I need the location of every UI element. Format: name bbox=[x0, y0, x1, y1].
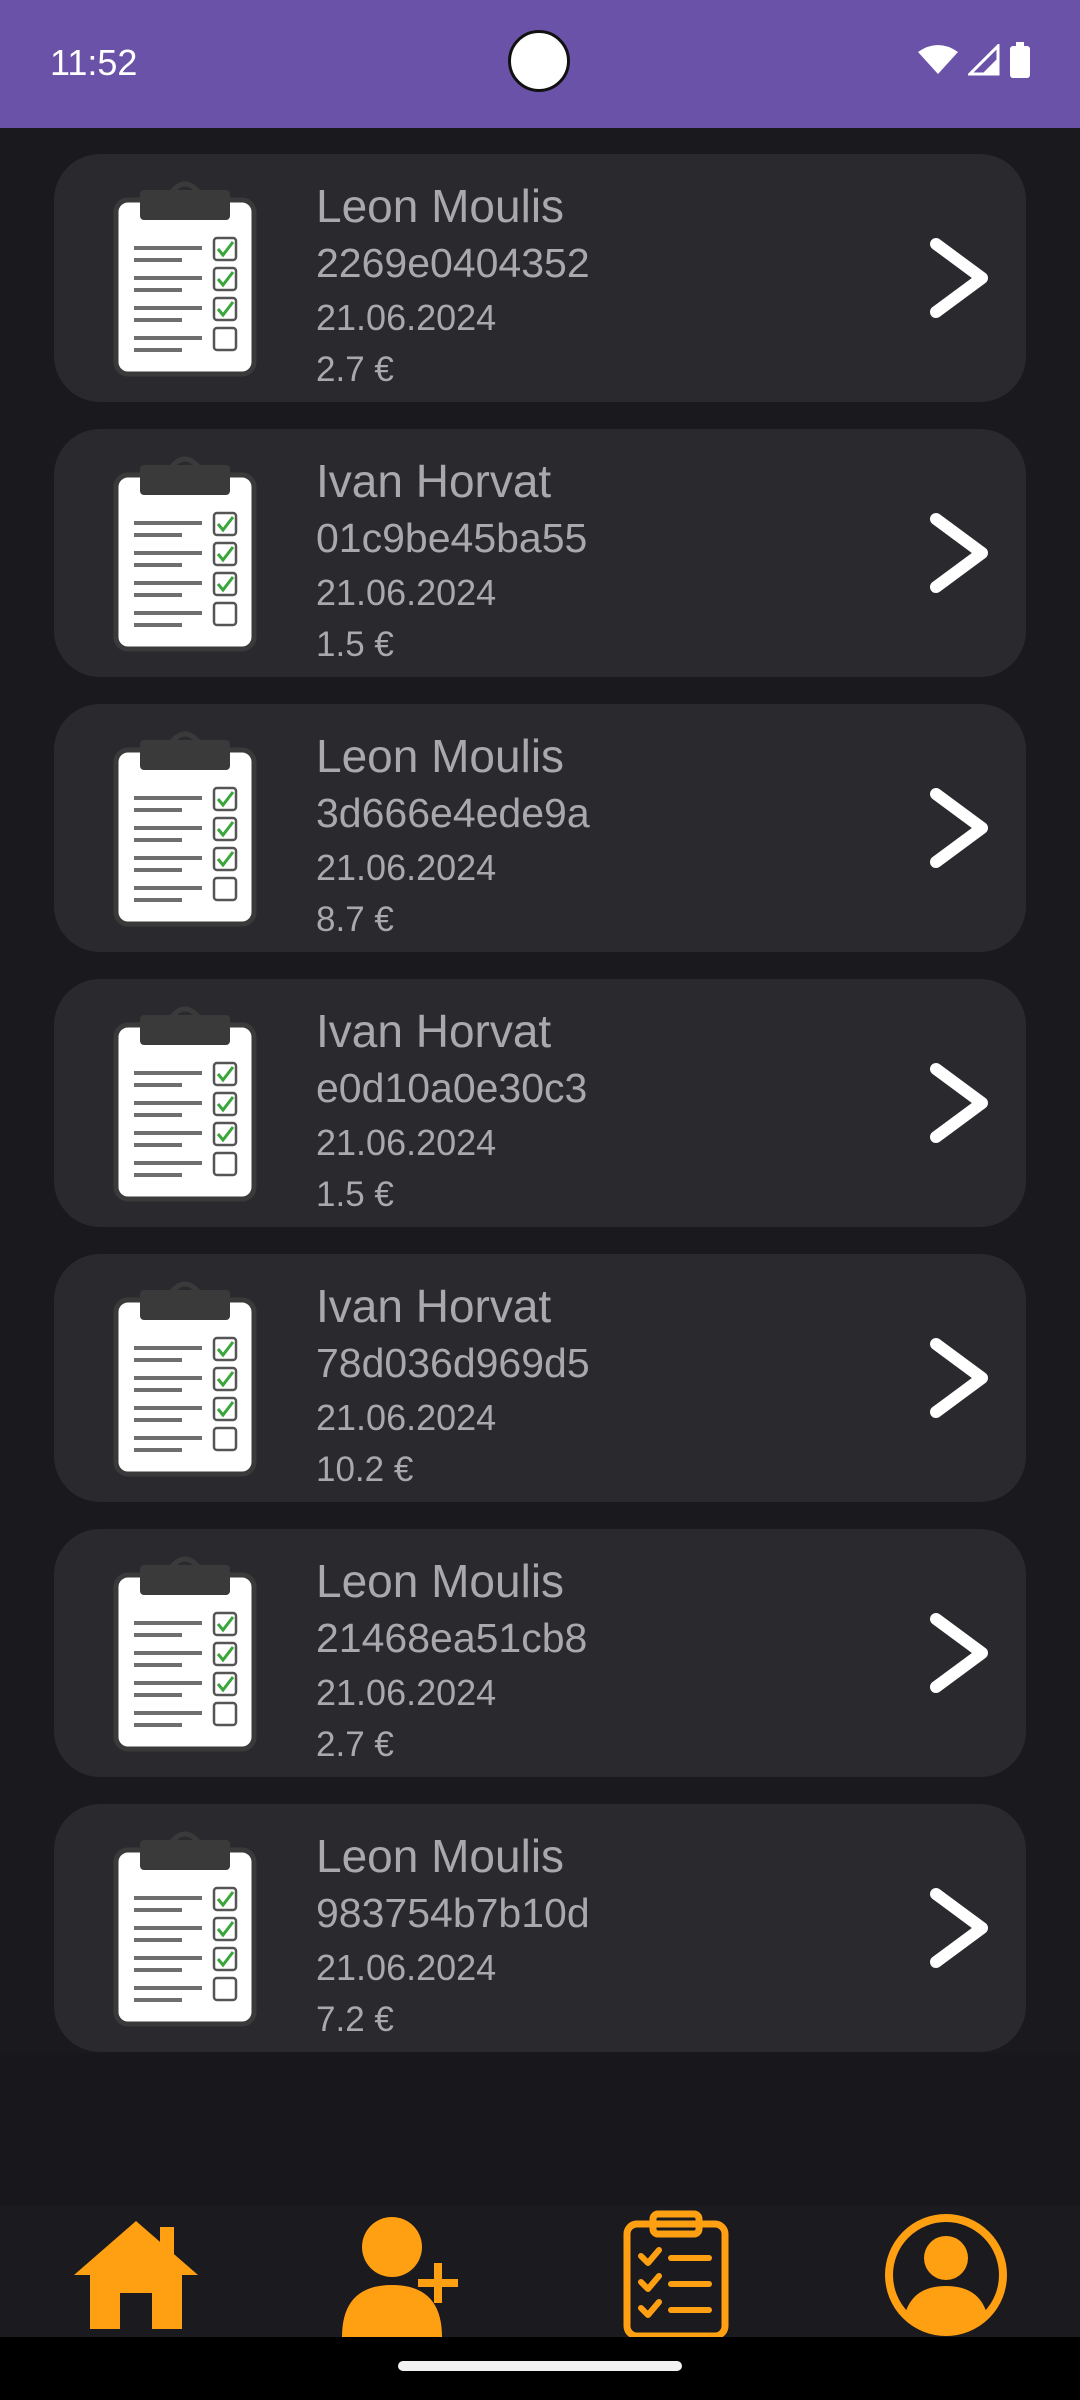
submission-details: Ivan Horvat 01c9be45ba55 21.06.2024 1.5 … bbox=[316, 453, 587, 671]
clipboard-icon bbox=[113, 456, 257, 652]
submission-details: Leon Moulis 2269e0404352 21.06.2024 2.7 … bbox=[316, 178, 590, 396]
chevron-right-icon[interactable] bbox=[928, 236, 990, 320]
clipboard-icon bbox=[113, 731, 257, 927]
submission-price: 8.7 € bbox=[316, 900, 394, 939]
submission-id: 983754b7b10d bbox=[316, 1890, 590, 1936]
submission-price: 1.5 € bbox=[316, 625, 394, 664]
submission-details: Leon Moulis 3d666e4ede9a 21.06.2024 8.7 … bbox=[316, 728, 590, 946]
nav-add-user[interactable] bbox=[334, 2213, 474, 2337]
home-gesture-bar[interactable] bbox=[398, 2361, 682, 2371]
wifi-icon bbox=[918, 45, 958, 74]
signal-icon bbox=[968, 44, 1000, 76]
chevron-right-icon[interactable] bbox=[928, 1061, 990, 1145]
submission-date: 21.06.2024 bbox=[316, 1947, 497, 1988]
status-icons bbox=[918, 42, 1030, 78]
submission-id: 01c9be45ba55 bbox=[316, 515, 588, 561]
submission-id: 2269e0404352 bbox=[316, 240, 590, 286]
nav-profile[interactable] bbox=[876, 2213, 1016, 2337]
submission-price: 2.7 € bbox=[316, 350, 394, 389]
camera-cutout bbox=[508, 30, 570, 92]
customer-name: Ivan Horvat bbox=[316, 1280, 552, 1332]
status-time: 11:52 bbox=[50, 42, 138, 83]
customer-name: Leon Moulis bbox=[316, 730, 565, 782]
submission-card[interactable]: Leon Moulis 21468ea51cb8 21.06.2024 2.7 … bbox=[54, 1529, 1026, 1777]
clipboard-icon bbox=[113, 1006, 257, 1202]
account-circle-icon bbox=[885, 2214, 1007, 2336]
submission-card[interactable]: Ivan Horvat e0d10a0e30c3 21.06.2024 1.5 … bbox=[54, 979, 1026, 1227]
submission-card[interactable]: Leon Moulis 2269e0404352 21.06.2024 2.7 … bbox=[54, 154, 1026, 402]
submission-card[interactable]: Leon Moulis 3d666e4ede9a 21.06.2024 8.7 … bbox=[54, 704, 1026, 952]
submission-date: 21.06.2024 bbox=[316, 572, 497, 613]
nav-submissions[interactable] bbox=[606, 2210, 746, 2340]
customer-name: Ivan Horvat bbox=[316, 455, 552, 507]
submission-card[interactable]: Leon Moulis 983754b7b10d 21.06.2024 7.2 … bbox=[54, 1804, 1026, 2052]
submission-date: 21.06.2024 bbox=[316, 1672, 497, 1713]
clipboard-icon bbox=[113, 181, 257, 377]
chevron-right-icon[interactable] bbox=[928, 1336, 990, 1420]
submission-id: 21468ea51cb8 bbox=[316, 1615, 588, 1661]
submission-card[interactable]: Ivan Horvat 78d036d969d5 21.06.2024 10.2… bbox=[54, 1254, 1026, 1502]
submission-price: 7.2 € bbox=[316, 2000, 394, 2039]
battery-icon bbox=[1010, 42, 1030, 78]
customer-name: Leon Moulis bbox=[316, 1555, 565, 1607]
clipboard-icon bbox=[113, 1281, 257, 1477]
chevron-right-icon[interactable] bbox=[928, 1611, 990, 1695]
submission-details: Ivan Horvat 78d036d969d5 21.06.2024 10.2… bbox=[316, 1278, 590, 1496]
customer-name: Leon Moulis bbox=[316, 180, 565, 232]
bottom-nav bbox=[0, 2205, 1080, 2340]
submission-price: 1.5 € bbox=[316, 1175, 394, 1214]
submission-id: 78d036d969d5 bbox=[316, 1340, 590, 1386]
nav-home[interactable] bbox=[66, 2213, 206, 2337]
status-bar: 11:52 bbox=[0, 0, 1080, 128]
customer-name: Ivan Horvat bbox=[316, 1005, 552, 1057]
submission-list[interactable]: Leon Moulis 2269e0404352 21.06.2024 2.7 … bbox=[0, 128, 1080, 2053]
chevron-right-icon[interactable] bbox=[928, 1886, 990, 1970]
submission-date: 21.06.2024 bbox=[316, 1122, 497, 1163]
clipboard-icon bbox=[113, 1556, 257, 1752]
submission-details: Ivan Horvat e0d10a0e30c3 21.06.2024 1.5 … bbox=[316, 1003, 587, 1221]
customer-name: Leon Moulis bbox=[316, 1830, 565, 1882]
submission-price: 2.7 € bbox=[316, 1725, 394, 1764]
chevron-right-icon[interactable] bbox=[928, 511, 990, 595]
chevron-right-icon[interactable] bbox=[928, 786, 990, 870]
clipboard-checklist-icon bbox=[623, 2210, 729, 2340]
submission-details: Leon Moulis 21468ea51cb8 21.06.2024 2.7 … bbox=[316, 1553, 587, 1771]
add-user-icon bbox=[342, 2217, 458, 2337]
submission-id: e0d10a0e30c3 bbox=[316, 1065, 588, 1111]
submission-date: 21.06.2024 bbox=[316, 847, 497, 888]
submission-card[interactable]: Ivan Horvat 01c9be45ba55 21.06.2024 1.5 … bbox=[54, 429, 1026, 677]
gesture-area bbox=[0, 2337, 1080, 2400]
submission-price: 10.2 € bbox=[316, 1450, 414, 1489]
submission-date: 21.06.2024 bbox=[316, 1397, 497, 1438]
home-icon bbox=[74, 2221, 198, 2329]
submission-date: 21.06.2024 bbox=[316, 297, 497, 338]
submission-id: 3d666e4ede9a bbox=[316, 790, 590, 836]
clipboard-icon bbox=[113, 1831, 257, 2027]
submission-details: Leon Moulis 983754b7b10d 21.06.2024 7.2 … bbox=[316, 1828, 590, 2046]
